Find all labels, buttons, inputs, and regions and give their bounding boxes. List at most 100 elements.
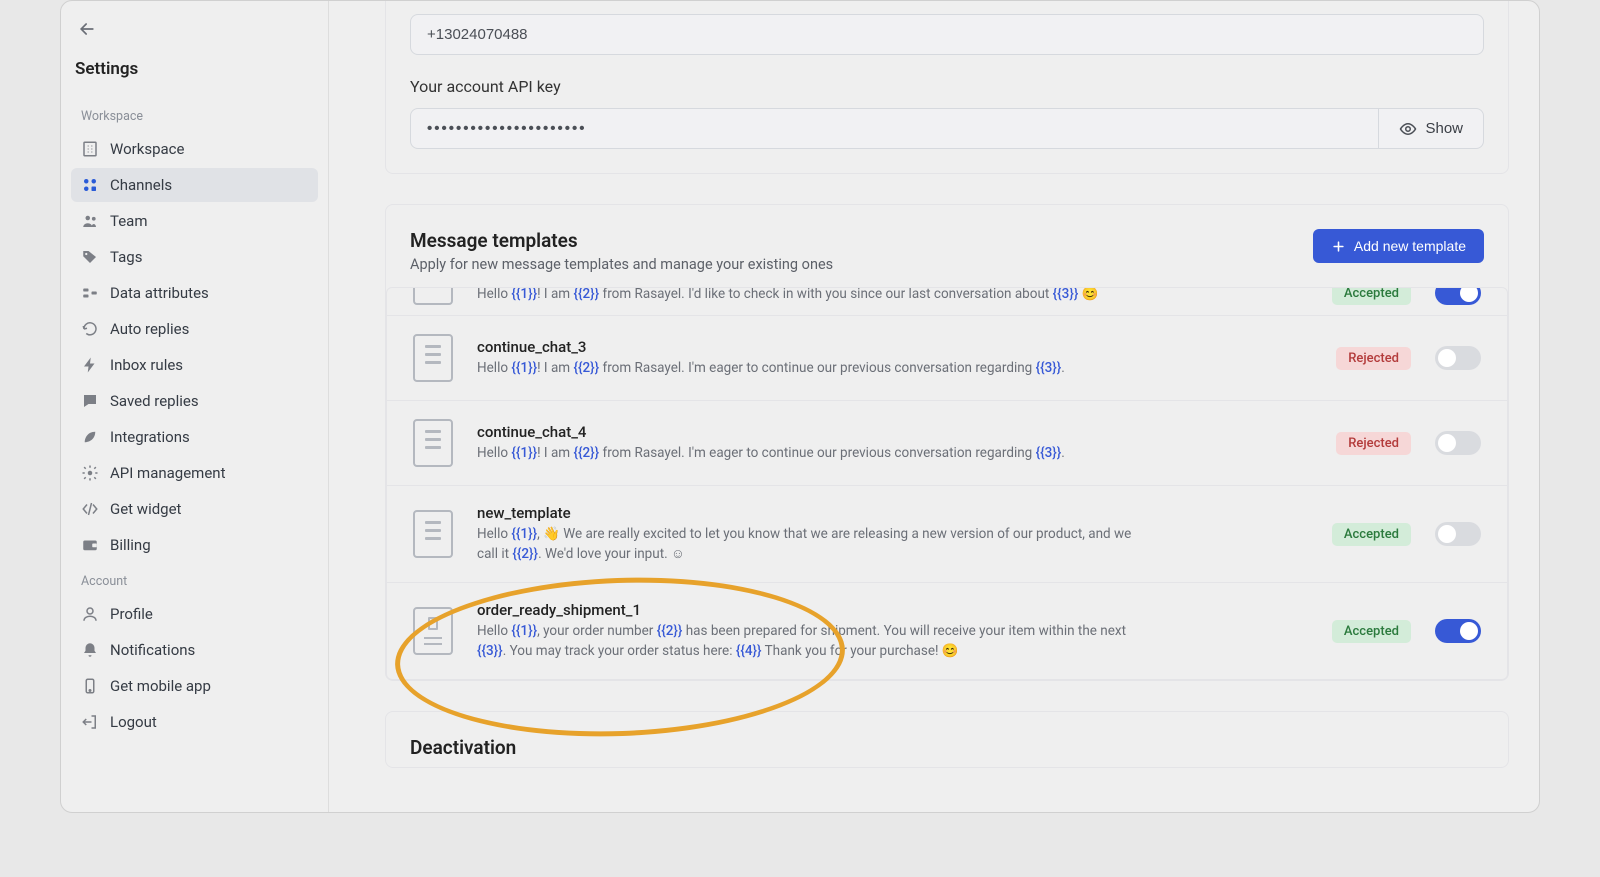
sidebar-item-logout[interactable]: Logout — [71, 705, 318, 739]
template-placeholder: {{3}} — [1036, 360, 1062, 376]
template-row[interactable]: continue_chat_3Hello {{1}}! I am {{2}} f… — [387, 316, 1507, 401]
sidebar-item-get-widget[interactable]: Get widget — [71, 492, 318, 526]
sidebar-item-label: Billing — [110, 536, 151, 554]
sidebar-item-tags[interactable]: Tags — [71, 240, 318, 274]
status-badge: Rejected — [1336, 347, 1411, 370]
sidebar-item-label: Team — [110, 212, 148, 230]
chat-icon — [81, 392, 99, 410]
building-icon — [81, 140, 99, 158]
sidebar-item-auto-replies[interactable]: Auto replies — [71, 312, 318, 346]
template-placeholder: {{1}} — [511, 623, 537, 639]
template-placeholder: {{4}} — [736, 643, 762, 659]
sidebar-item-team[interactable]: Team — [71, 204, 318, 238]
sidebar-item-saved-replies[interactable]: Saved replies — [71, 384, 318, 418]
sidebar-item-notifications[interactable]: Notifications — [71, 633, 318, 667]
document-icon — [413, 510, 453, 558]
wallet-icon — [81, 536, 99, 554]
template-placeholder: {{3}} — [1053, 288, 1079, 302]
sidebar-item-label: Integrations — [110, 428, 190, 446]
template-placeholder: {{2}} — [657, 623, 683, 639]
template-placeholder: {{2}} — [573, 360, 599, 376]
grid-dots-icon — [81, 176, 99, 194]
document-icon — [413, 607, 453, 655]
status-badge: Accepted — [1332, 620, 1411, 643]
sidebar-item-label: Get widget — [110, 500, 181, 518]
sidebar-item-workspace[interactable]: Workspace — [71, 132, 318, 166]
show-label: Show — [1425, 120, 1463, 137]
template-placeholder: {{1}} — [511, 526, 537, 542]
show-api-key-button[interactable]: Show — [1379, 108, 1484, 149]
back-arrow-icon[interactable] — [77, 19, 97, 39]
page-title: Settings — [71, 51, 318, 97]
team-icon — [81, 212, 99, 230]
template-row[interactable]: continue_chat_4 Hello {{1}}! I am {{2}} f… — [387, 401, 1507, 486]
sidebar-item-api-management[interactable]: API management — [71, 456, 318, 490]
sidebar-item-profile[interactable]: Profile — [71, 597, 318, 631]
code-icon — [81, 500, 99, 518]
sidebar-item-billing[interactable]: Billing — [71, 528, 318, 562]
template-preview-text: Hello {{1}}! I am {{2}} from Rasayel. I'… — [477, 444, 1137, 464]
main-content: Your account API key Show Message templa… — [329, 1, 1539, 812]
api-key-input[interactable] — [410, 108, 1379, 149]
template-toggle[interactable] — [1435, 346, 1481, 370]
template-placeholder: {{2}} — [512, 546, 538, 562]
sidebar-item-channels[interactable]: Channels — [71, 168, 318, 202]
settings-sidebar: Settings Workspace Workspace Channels Te… — [61, 1, 329, 812]
sidebar-item-label: Channels — [110, 176, 172, 194]
templates-list[interactable]: Hello {{1}}! I am {{2}} from Rasayel. I'… — [386, 287, 1508, 680]
api-key-label: Your account API key — [410, 77, 1484, 96]
template-toggle[interactable] — [1435, 619, 1481, 643]
reply-icon — [81, 320, 99, 338]
template-row[interactable]: new_templateHello {{1}}, 👋 We are really… — [387, 486, 1507, 583]
sidebar-item-label: Logout — [110, 713, 157, 731]
template-preview-text: Hello {{1}}, your order number {{2}} has… — [477, 622, 1137, 661]
sidebar-group-workspace: Workspace — [71, 99, 318, 130]
sidebar-item-inbox-rules[interactable]: Inbox rules — [71, 348, 318, 382]
gear-icon — [81, 464, 99, 482]
phone-input[interactable] — [410, 14, 1484, 55]
sidebar-item-label: Notifications — [110, 641, 195, 659]
template-toggle[interactable] — [1435, 522, 1481, 546]
document-icon — [413, 288, 453, 305]
add-button-label: Add new template — [1354, 238, 1466, 254]
add-new-template-button[interactable]: Add new template — [1313, 229, 1484, 263]
sidebar-item-label: Tags — [110, 248, 142, 266]
template-name: new_template — [477, 504, 1308, 522]
logout-icon — [81, 713, 99, 731]
sidebar-item-label: Saved replies — [110, 392, 199, 410]
template-placeholder: {{3}} — [1036, 445, 1062, 461]
sidebar-item-label: Workspace — [110, 140, 184, 158]
template-placeholder: {{2}} — [573, 445, 599, 461]
sidebar-item-label: Auto replies — [110, 320, 189, 338]
plus-icon — [1331, 239, 1346, 254]
document-icon — [413, 334, 453, 382]
sidebar-item-label: Inbox rules — [110, 356, 183, 374]
status-badge: Accepted — [1332, 288, 1411, 305]
status-badge: Rejected — [1336, 432, 1411, 455]
tag-icon — [81, 248, 99, 266]
message-templates-card: Message templates Apply for new message … — [385, 204, 1509, 681]
template-placeholder: {{1}} — [511, 360, 537, 376]
template-row[interactable]: order_ready_shipment_1 Hello {{1}}, your … — [387, 583, 1507, 679]
template-placeholder: {{1}} — [511, 288, 537, 302]
document-icon — [413, 419, 453, 467]
sidebar-item-label: Get mobile app — [110, 677, 211, 695]
user-icon — [81, 605, 99, 623]
rocket-icon — [81, 428, 99, 446]
sidebar-item-data-attributes[interactable]: Data attributes — [71, 276, 318, 310]
eye-icon — [1399, 120, 1417, 138]
sidebar-item-get-mobile-app[interactable]: Get mobile app — [71, 669, 318, 703]
template-name: continue_chat_4 — [477, 423, 1312, 441]
template-toggle[interactable] — [1435, 431, 1481, 455]
template-preview-text: Hello {{1}}! I am {{2}} from Rasayel. I'… — [477, 288, 1137, 305]
template-toggle[interactable] — [1435, 288, 1481, 305]
mobile-icon — [81, 677, 99, 695]
sidebar-item-integrations[interactable]: Integrations — [71, 420, 318, 454]
template-placeholder: {{3}} — [477, 643, 503, 659]
template-row[interactable]: Hello {{1}}! I am {{2}} from Rasayel. I'… — [387, 288, 1507, 316]
data-icon — [81, 284, 99, 302]
template-placeholder: {{1}} — [511, 445, 537, 461]
template-name: order_ready_shipment_1 — [477, 601, 1308, 619]
template-name: continue_chat_3 — [477, 338, 1312, 356]
templates-subtitle: Apply for new message templates and mana… — [410, 256, 833, 273]
